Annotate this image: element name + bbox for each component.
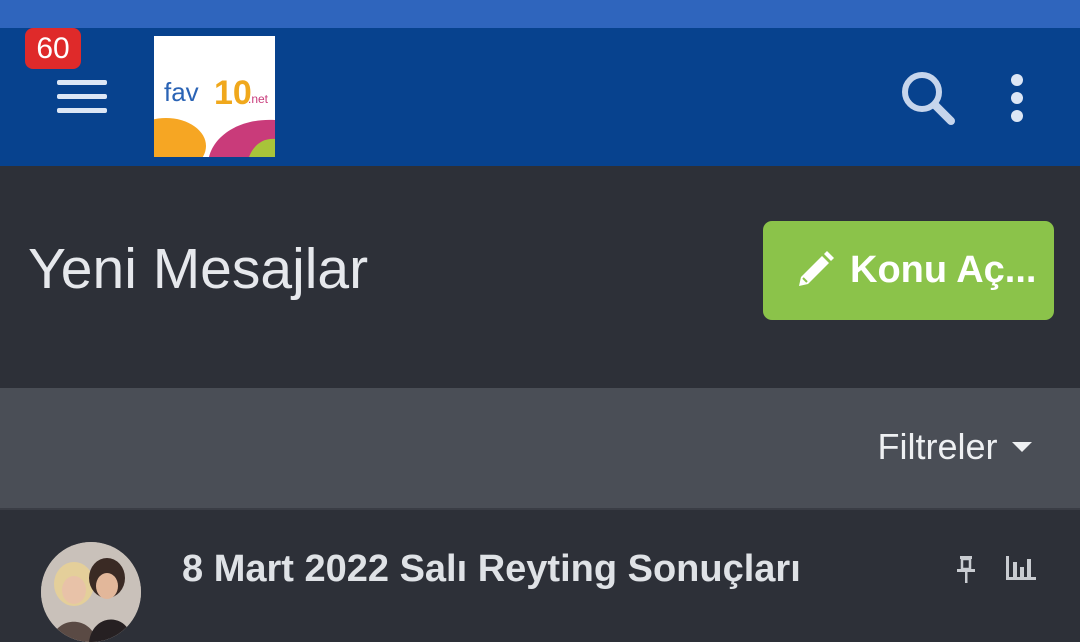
svg-text:10: 10 [214, 74, 252, 112]
more-vertical-icon-dot [1011, 110, 1023, 122]
svg-text:fav: fav [164, 77, 199, 107]
search-button[interactable] [896, 66, 960, 130]
page-header: Yeni Mesajlar Konu Aç... [0, 166, 1080, 388]
more-options-button[interactable] [996, 68, 1038, 128]
status-bar [0, 0, 1080, 28]
new-thread-label: Konu Aç... [850, 249, 1037, 291]
filters-dropdown[interactable]: Filtreler [878, 426, 1032, 470]
site-logo[interactable]: fav 10 .net [154, 36, 275, 157]
hamburger-icon [57, 80, 107, 85]
avatar-image [41, 542, 141, 642]
filters-label: Filtreler [877, 426, 998, 467]
notification-badge: 60 [25, 28, 81, 69]
filter-bar: Filtreler [0, 388, 1080, 510]
avatar[interactable] [41, 542, 141, 642]
page-title: Yeni Mesajlar [28, 237, 369, 301]
more-vertical-icon [1011, 74, 1023, 86]
svg-text:.net: .net [248, 92, 269, 106]
top-navbar: 60 fav 10 .net [0, 28, 1080, 166]
menu-button[interactable] [48, 66, 116, 126]
new-thread-button[interactable]: Konu Aç... [763, 221, 1054, 320]
pin-icon [957, 556, 975, 583]
logo-image: fav 10 .net [154, 36, 275, 157]
thread-title[interactable]: 8 Mart 2022 Salı Reyting Sonuçları [182, 548, 801, 591]
search-icon [902, 72, 955, 125]
hamburger-icon-bar [57, 94, 107, 99]
pencil-icon [799, 251, 834, 286]
more-vertical-icon-dot [1011, 92, 1023, 104]
caret-down-icon [1012, 442, 1032, 452]
hamburger-icon-bar [57, 108, 107, 113]
thread-list-item[interactable]: 8 Mart 2022 Salı Reyting Sonuçları [0, 510, 1080, 642]
stats-icon [1006, 556, 1036, 580]
